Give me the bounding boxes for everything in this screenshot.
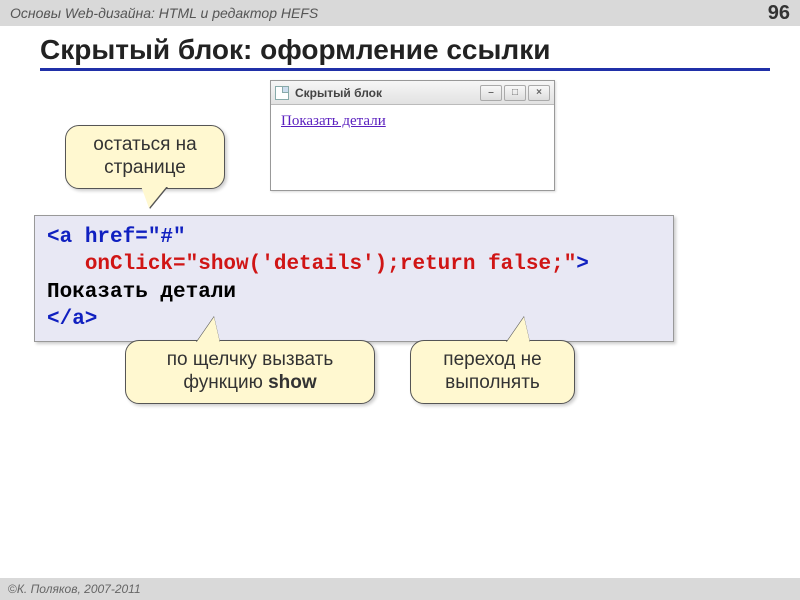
slide-title: Скрытый блок: оформление ссылки: [40, 34, 770, 71]
browser-titlebar: Скрытый блок – □ ×: [271, 81, 554, 105]
callout-call-show: по щелчку вызвать функцию show: [125, 340, 375, 404]
code-tag-close: </a>: [47, 308, 97, 331]
callout-no-navigate: переход не выполнять: [410, 340, 575, 404]
callout-line1: по щелчку вызвать: [167, 349, 333, 370]
code-tag-open: <a: [47, 226, 85, 249]
window-maximize-icon: □: [504, 85, 526, 101]
course-title: Основы Web-дизайна: HTML и редактор HEFS: [10, 5, 318, 21]
callout-text: переход не выполнять: [443, 349, 541, 393]
code-href: href="#": [85, 226, 186, 249]
window-close-icon: ×: [528, 85, 550, 101]
author-credit: К. Поляков, 2007-2011: [17, 582, 141, 596]
code-indent: [47, 253, 85, 276]
callout-text: остаться на странице: [93, 134, 196, 178]
show-details-link[interactable]: Показать детали: [281, 113, 386, 129]
code-link-text: Показать детали: [47, 281, 236, 304]
code-block: <a href="#" onClick="show('details');ret…: [34, 215, 674, 342]
browser-tab-title: Скрытый блок: [295, 86, 382, 100]
page-number: 96: [768, 2, 790, 25]
header-bar: Основы Web-дизайна: HTML и редактор HEFS…: [0, 0, 800, 26]
browser-content: Показать детали: [271, 105, 554, 190]
code-close-angle: >: [576, 253, 589, 276]
callout-line2a: функцию: [183, 372, 268, 393]
copyright-symbol: ©: [8, 582, 17, 596]
callout-show-bold: show: [268, 372, 317, 393]
code-onclick: onClick="show('details');return false;": [85, 253, 576, 276]
browser-window: Скрытый блок – □ × Показать детали: [270, 80, 555, 191]
footer-bar: © К. Поляков, 2007-2011: [0, 578, 800, 600]
document-icon: [275, 86, 289, 100]
callout-stay-on-page: остаться на странице: [65, 125, 225, 189]
window-minimize-icon: –: [480, 85, 502, 101]
